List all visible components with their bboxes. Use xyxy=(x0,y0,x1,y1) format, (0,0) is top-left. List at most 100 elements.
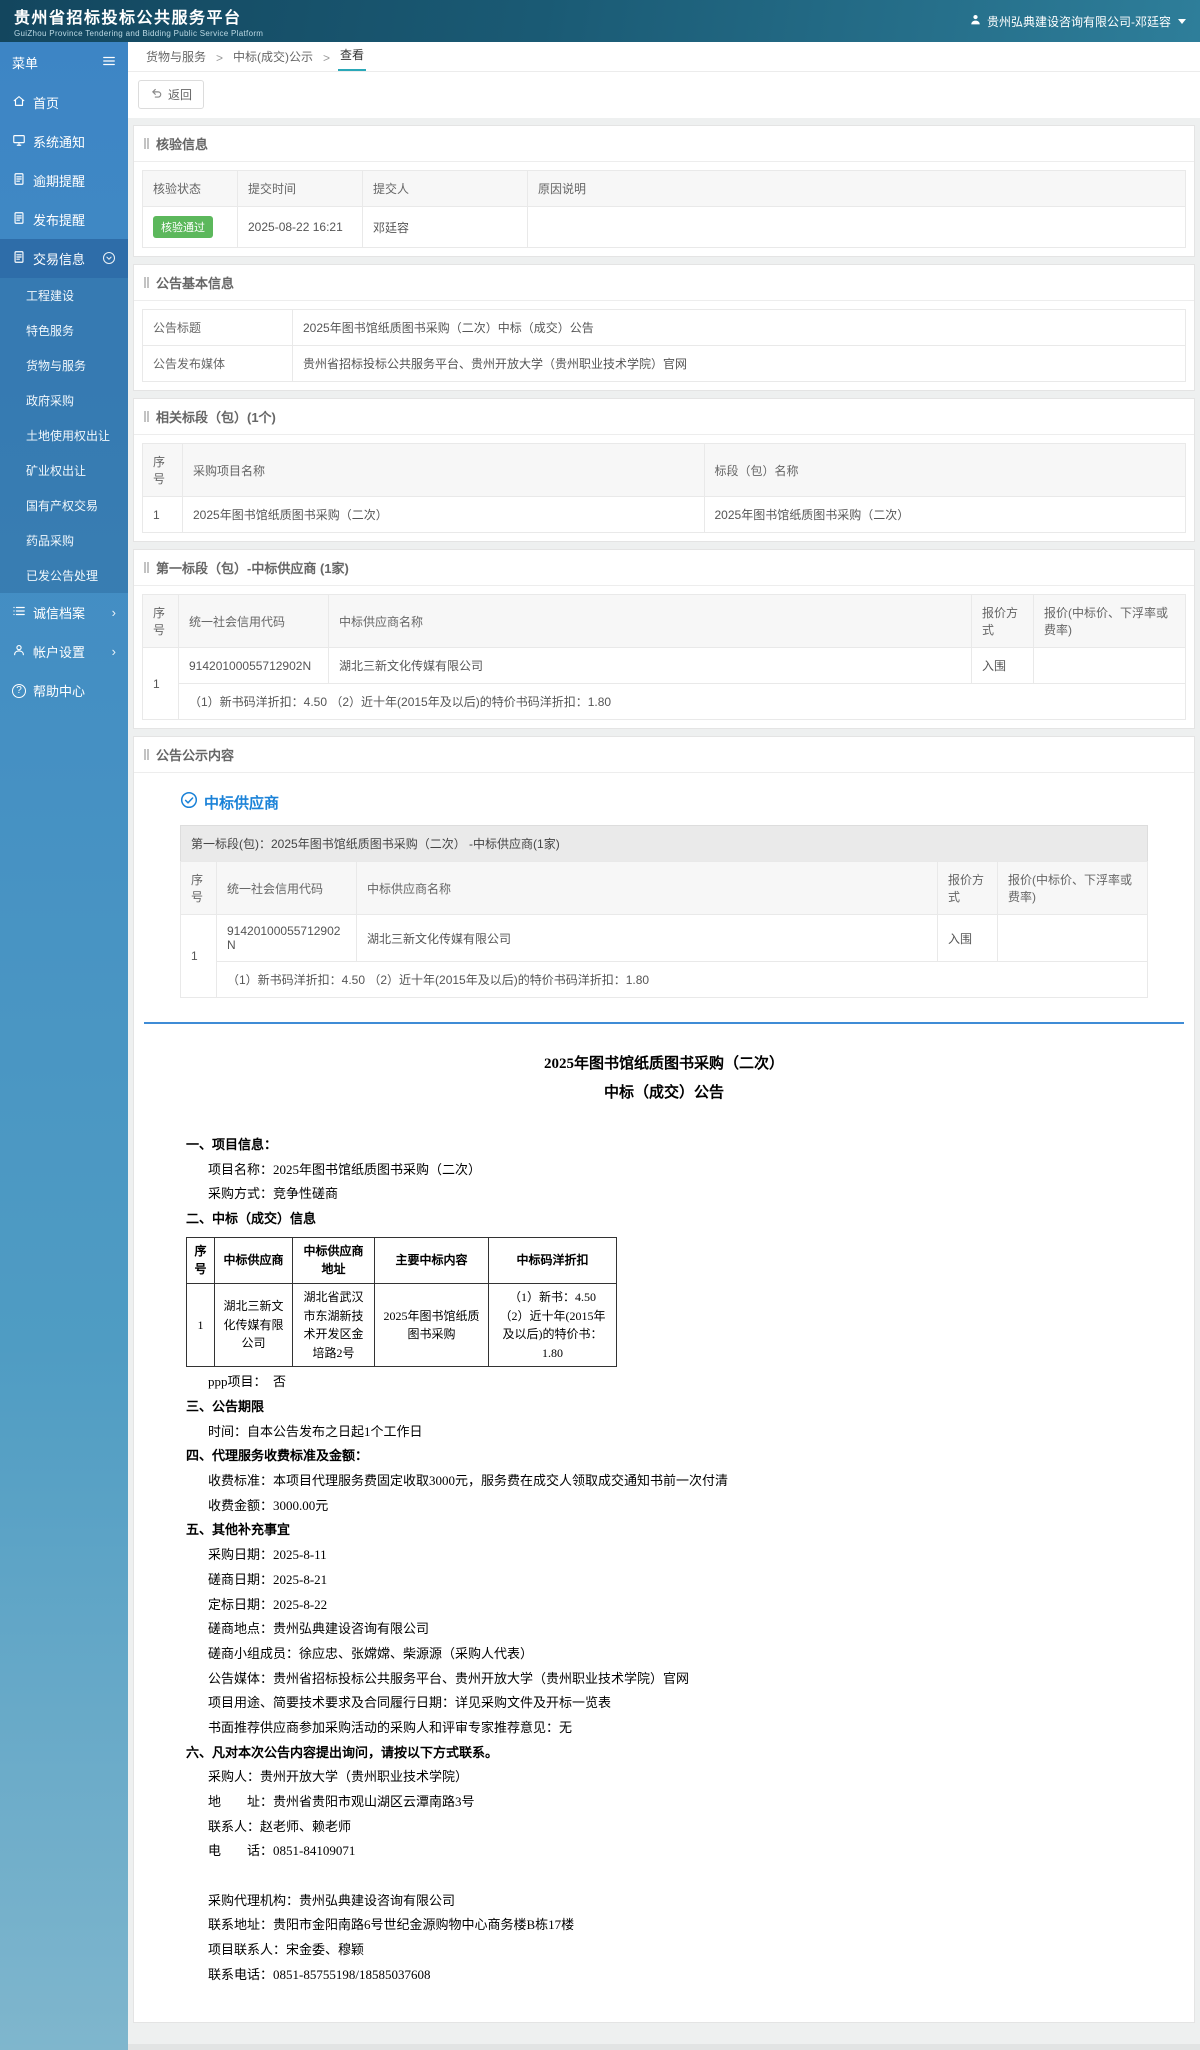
col-verify-status: 核验状态 xyxy=(142,170,238,207)
document-icon xyxy=(12,172,26,189)
verify-table: 核验状态 提交时间 提交人 原因说明 核验通过 2025-08-22 16:21 xyxy=(142,170,1186,248)
submenu-item-published-notices[interactable]: 已发公告处理 xyxy=(0,558,128,593)
col-supplier: 中标供应商 xyxy=(214,1236,293,1284)
table-row: 1 91420100055712902N 湖北三新文化传媒有限公司 入围 xyxy=(142,647,1186,720)
announcement-document: 2025年图书馆纸质图书采购（二次） 中标（成交）公告 一、项目信息： 项目名称… xyxy=(186,1050,1142,1988)
submitter-cell: 邓廷容 xyxy=(362,206,528,248)
table-header-row: 核验状态 提交时间 提交人 原因说明 xyxy=(142,170,1186,207)
sidebar-item-system-notice[interactable]: 系统通知 xyxy=(0,122,128,161)
return-arrow-icon xyxy=(150,87,163,103)
submenu-item-goods-services[interactable]: 货物与服务 xyxy=(0,348,128,383)
doc-line: 磋商小组成员：徐应忠、张嫦嫦、柴源源（采购人代表） xyxy=(208,1645,534,1661)
submenu-item-special-service[interactable]: 特色服务 xyxy=(0,313,128,348)
doc-line: 采购人：贵州开放大学（贵州职业技术学院） xyxy=(208,1769,469,1785)
quote-method-cell: 入围 xyxy=(971,647,1034,684)
doc-line: 采购代理机构：贵州弘典建设咨询有限公司 xyxy=(208,1892,456,1908)
breadcrumb-award-publicity[interactable]: 中标(成交)公示 xyxy=(231,42,315,71)
sidebar-item-help-center[interactable]: ? 帮助中心 xyxy=(0,671,128,710)
section-title-text: 公告基本信息 xyxy=(156,276,235,291)
sidebar-item-home[interactable]: 首页 xyxy=(0,83,128,122)
submenu-item-land-rights[interactable]: 土地使用权出让 xyxy=(0,418,128,453)
sidebar-item-label: 首页 xyxy=(33,96,60,111)
breadcrumb-view[interactable]: 查看 xyxy=(338,40,367,71)
trade-info-submenu: 工程建设 特色服务 货物与服务 政府采购 土地使用权出让 矿业权出让 国有产权交… xyxy=(0,278,128,593)
submenu-item-mining-rights[interactable]: 矿业权出让 xyxy=(0,453,128,488)
table-row: 核验通过 2025-08-22 16:21 邓廷容 xyxy=(142,206,1186,248)
index-cell: 1 xyxy=(142,496,183,533)
sidebar-item-label: 发布提醒 xyxy=(33,213,86,228)
table-row: 公告标题 2025年图书馆纸质图书采购（二次）中标（成交）公告 xyxy=(142,309,1186,346)
doc-line: 磋商地点：贵州弘典建设咨询有限公司 xyxy=(208,1621,430,1637)
doc-heading-6: 六、凡对本次公告内容提出询问，请按以下方式联系。 xyxy=(186,1744,499,1760)
submenu-item-gov-procurement[interactable]: 政府采购 xyxy=(0,383,128,418)
doc-line: 收费金额：3000.00元 xyxy=(208,1497,329,1513)
person-icon xyxy=(12,643,26,660)
section-title-text: 相关标段（包）(1个) xyxy=(156,410,276,425)
sidebar-item-label: 帐户设置 xyxy=(33,645,86,660)
doc-title-line1: 2025年图书馆纸质图书采购（二次） xyxy=(543,1056,784,1072)
supplier-cell: 湖北三新文化传媒有限公司 xyxy=(214,1282,293,1368)
user-menu[interactable]: 贵州弘典建设咨询有限公司-邓廷容 xyxy=(969,13,1186,30)
breadcrumb-separator: > xyxy=(323,51,331,65)
section-name-cell: 2025年图书馆纸质图书采购（二次） xyxy=(703,496,1186,533)
sidebar-item-overdue-reminder[interactable]: 逾期提醒 xyxy=(0,161,128,200)
doc-line: 磋商日期：2025-8-21 xyxy=(208,1571,328,1587)
breadcrumb-goods-services[interactable]: 货物与服务 xyxy=(144,42,208,71)
hamburger-icon[interactable] xyxy=(102,54,116,71)
toolbar: 返回 xyxy=(128,72,1200,118)
sidebar-item-publish-reminder[interactable]: 发布提醒 xyxy=(0,200,128,239)
publish-media-label: 公告发布媒体 xyxy=(142,345,293,382)
verify-panel-title: 核验信息 xyxy=(134,126,1194,162)
section-marker xyxy=(144,749,149,760)
doc-line xyxy=(186,1864,1142,1889)
sidebar-item-trade-info[interactable]: 交易信息 xyxy=(0,239,128,278)
table-header-row: 序号 中标供应商 中标供应商地址 主要中标内容 中标码洋折扣 xyxy=(186,1236,617,1284)
sidebar-item-label: 系统通知 xyxy=(33,135,86,150)
col-index: 序号 xyxy=(186,1236,215,1284)
discount-cell: （1）新书：4.50 （2）近十年(2015年及以后)的特价书：1.80 xyxy=(488,1282,617,1368)
submenu-item-drug-procurement[interactable]: 药品采购 xyxy=(0,523,128,558)
notice-table-wrap: 第一标段(包)：2025年图书馆纸质图书采购（二次） -中标供应商(1家) 序号… xyxy=(180,825,1148,998)
submenu-item-engineering[interactable]: 工程建设 xyxy=(0,278,128,313)
col-award-content: 主要中标内容 xyxy=(374,1236,489,1284)
list-icon xyxy=(12,604,26,621)
doc-line: 项目用途、简要技术要求及合同履行日期：详见采购文件及开标一览表 xyxy=(208,1695,612,1711)
doc-heading-5: 五、其他补充事宜 xyxy=(186,1522,291,1538)
check-circle-icon xyxy=(180,791,198,813)
winning-supplier-table: 序号 统一社会信用代码 中标供应商名称 报价方式 报价(中标价、下浮率或费率) … xyxy=(142,594,1186,720)
basic-info-table: 公告标题 2025年图书馆纸质图书采购（二次）中标（成交）公告 公告发布媒体 贵… xyxy=(142,309,1186,382)
doc-line: 项目联系人：宋金委、穆颖 xyxy=(208,1942,365,1958)
circle-chevron-icon xyxy=(102,251,116,267)
user-icon xyxy=(969,13,982,29)
back-button[interactable]: 返回 xyxy=(138,80,205,109)
award-info-table: 序号 中标供应商 中标供应商地址 主要中标内容 中标码洋折扣 1 湖北三新文化传… xyxy=(186,1236,617,1368)
chevron-down-icon xyxy=(1178,18,1186,24)
basic-info-panel: 公告基本信息 公告标题 2025年图书馆纸质图书采购（二次）中标（成交）公告 公… xyxy=(133,264,1195,391)
sidebar-item-account-settings[interactable]: 帐户设置 › xyxy=(0,632,128,671)
section-marker xyxy=(144,277,149,288)
basic-info-panel-title: 公告基本信息 xyxy=(134,265,1194,301)
related-sections-panel: 相关标段（包）(1个) 序号 采购项目名称 标段（包）名称 1 2025年图书馆… xyxy=(133,398,1195,542)
table-row: （1）新书码洋折扣：4.50 （2）近十年(2015年及以后)的特价书码洋折扣：… xyxy=(143,683,1186,720)
menu-label: 菜单 xyxy=(12,56,39,71)
reason-cell xyxy=(527,206,1186,248)
section-title-text: 核验信息 xyxy=(156,137,209,152)
doc-line: 书面推荐供应商参加采购活动的采购人和评审专家推荐意见：无 xyxy=(208,1719,573,1735)
doc-line: 联系电话：0851-85755198/18585037608 xyxy=(208,1966,431,1982)
index-cell: 1 xyxy=(180,914,217,998)
submenu-item-state-property[interactable]: 国有产权交易 xyxy=(0,488,128,523)
sidebar-item-label: 诚信档案 xyxy=(33,606,86,621)
table-header-row: 序号 统一社会信用代码 中标供应商名称 报价方式 报价(中标价、下浮率或费率) xyxy=(142,594,1186,648)
col-quote-method: 报价方式 xyxy=(937,861,998,915)
section-marker xyxy=(144,411,149,422)
doc-heading-1: 一、项目信息： xyxy=(186,1137,278,1152)
sidebar: 菜单 首页 系统通知 逾期提醒 发布提醒 交易信息 工程建设 特色服务 货物与服… xyxy=(0,42,128,2050)
col-discount: 中标码洋折扣 xyxy=(488,1236,617,1284)
col-supplier-name: 中标供应商名称 xyxy=(328,594,972,648)
table-header-row: 序号 统一社会信用代码 中标供应商名称 报价方式 报价(中标价、下浮率或费率) xyxy=(180,861,1148,915)
blue-divider xyxy=(144,1022,1184,1024)
doc-line: 定标日期：2025-8-22 xyxy=(208,1596,328,1612)
sidebar-item-credit-archive[interactable]: 诚信档案 › xyxy=(0,593,128,632)
main-layout: 菜单 首页 系统通知 逾期提醒 发布提醒 交易信息 工程建设 特色服务 货物与服… xyxy=(0,42,1200,2050)
